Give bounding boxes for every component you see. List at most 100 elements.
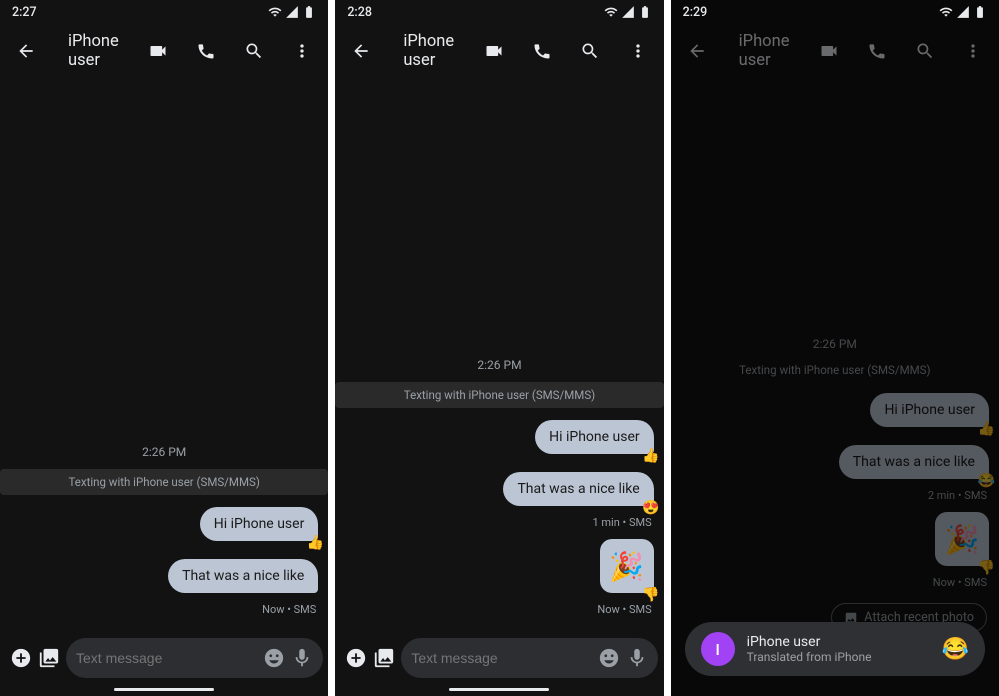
avatar: I [701, 632, 735, 666]
search-button[interactable] [570, 31, 610, 71]
call-button[interactable] [857, 31, 897, 71]
sms-banner: Texting with iPhone user (SMS/MMS) [0, 469, 328, 495]
screen-1: 2:27 iPhone user 2:26 PM Texting with iP… [0, 0, 328, 696]
message-row[interactable]: Hi iPhone user👍 [345, 420, 653, 454]
popup-subtitle: Translated from iPhone [747, 650, 930, 664]
message-input-container[interactable] [401, 638, 658, 678]
more-button[interactable] [953, 31, 993, 71]
message-bubble[interactable]: Hi iPhone user👍 [870, 393, 989, 427]
message-input[interactable] [411, 650, 592, 666]
message-row[interactable]: That was a nice like [10, 559, 318, 593]
wifi-icon [268, 5, 282, 19]
message-row[interactable]: Hi iPhone user👍 [681, 393, 989, 427]
popup-emoji: 😂 [942, 637, 969, 662]
video-call-button[interactable] [809, 31, 849, 71]
reaction-emoji[interactable]: 👍 [978, 421, 995, 437]
reaction-emoji[interactable]: 😍 [642, 500, 659, 516]
reaction-emoji[interactable]: 👎 [642, 587, 659, 603]
nav-handle[interactable] [335, 684, 663, 696]
battery-icon [302, 5, 316, 19]
contact-name[interactable]: iPhone user [389, 32, 465, 70]
signal-icon [621, 5, 635, 19]
image-bubble[interactable]: 🎉👎 [935, 512, 989, 566]
video-call-button[interactable] [474, 31, 514, 71]
thread-time: 2:26 PM [345, 358, 653, 372]
message-row[interactable]: 🎉👎 [345, 539, 653, 593]
wifi-icon [604, 5, 618, 19]
status-icons [268, 5, 316, 19]
reaction-emoji[interactable]: 👎 [978, 560, 995, 576]
app-bar: iPhone user [335, 24, 663, 78]
contact-name[interactable]: iPhone user [725, 32, 801, 70]
status-icons [939, 5, 987, 19]
message-meta: 2 min • SMS [683, 489, 987, 502]
call-button[interactable] [522, 31, 562, 71]
contact-name[interactable]: iPhone user [54, 32, 130, 70]
reaction-popup[interactable]: I iPhone user Translated from iPhone 😂 [685, 622, 985, 676]
message-bubble[interactable]: That was a nice like [168, 559, 318, 593]
battery-icon [638, 5, 652, 19]
message-row[interactable]: That was a nice like😍 [345, 472, 653, 506]
thread-time: 2:26 PM [681, 337, 989, 351]
more-button[interactable] [282, 31, 322, 71]
sms-banner: Texting with iPhone user (SMS/MMS) [681, 363, 989, 377]
back-button[interactable] [677, 31, 717, 71]
mic-button[interactable] [291, 647, 313, 669]
message-meta: Now • SMS [12, 603, 316, 616]
message-row[interactable]: 🎉👎 [681, 512, 989, 566]
gallery-button[interactable] [373, 640, 395, 676]
status-bar: 2:27 [0, 0, 328, 24]
message-input[interactable] [76, 650, 257, 666]
message-row[interactable]: Hi iPhone user👍 [10, 507, 318, 541]
message-meta: Now • SMS [347, 603, 651, 616]
call-button[interactable] [186, 31, 226, 71]
composer [335, 630, 663, 684]
chat-area[interactable]: 2:26 PM Texting with iPhone user (SMS/MM… [335, 78, 663, 630]
message-bubble[interactable]: Hi iPhone user👍 [535, 420, 654, 454]
add-button[interactable] [10, 640, 32, 676]
mic-button[interactable] [626, 647, 648, 669]
more-button[interactable] [618, 31, 658, 71]
reaction-emoji[interactable]: 👍 [307, 535, 324, 551]
composer [0, 630, 328, 684]
message-bubble[interactable]: That was a nice like😂 [839, 445, 989, 479]
signal-icon [956, 5, 970, 19]
back-button[interactable] [341, 31, 381, 71]
screen-2: 2:28 iPhone user 2:26 PM Texting with iP… [335, 0, 663, 696]
video-call-button[interactable] [138, 31, 178, 71]
search-button[interactable] [234, 31, 274, 71]
battery-icon [973, 5, 987, 19]
add-button[interactable] [345, 640, 367, 676]
popup-name: iPhone user [747, 634, 930, 650]
image-bubble[interactable]: 🎉👎 [600, 539, 654, 593]
signal-icon [285, 5, 299, 19]
message-row[interactable]: That was a nice like😂 [681, 445, 989, 479]
chat-area[interactable]: 2:26 PM Texting with iPhone user (SMS/MM… [671, 78, 999, 696]
chat-area[interactable]: 2:26 PM Texting with iPhone user (SMS/MM… [0, 78, 328, 630]
back-button[interactable] [6, 31, 46, 71]
status-time: 2:27 [12, 5, 37, 20]
message-input-container[interactable] [66, 638, 323, 678]
sms-banner: Texting with iPhone user (SMS/MMS) [335, 382, 663, 408]
wifi-icon [939, 5, 953, 19]
reaction-emoji[interactable]: 👍 [642, 448, 659, 464]
popup-text: iPhone user Translated from iPhone [747, 634, 930, 664]
emoji-button[interactable] [598, 647, 620, 669]
message-bubble[interactable]: Hi iPhone user👍 [200, 507, 319, 541]
message-meta: Now • SMS [683, 576, 987, 589]
emoji-button[interactable] [263, 647, 285, 669]
app-bar: iPhone user [671, 24, 999, 78]
status-bar: 2:29 [671, 0, 999, 24]
message-bubble[interactable]: That was a nice like😍 [503, 472, 653, 506]
status-icons [604, 5, 652, 19]
status-bar: 2:28 [335, 0, 663, 24]
status-time: 2:29 [683, 5, 708, 20]
app-bar: iPhone user [0, 24, 328, 78]
thread-time: 2:26 PM [10, 445, 318, 459]
status-time: 2:28 [347, 5, 372, 20]
search-button[interactable] [905, 31, 945, 71]
nav-handle[interactable] [0, 684, 328, 696]
reaction-emoji[interactable]: 😂 [978, 473, 995, 489]
gallery-button[interactable] [38, 640, 60, 676]
screen-3: 2:29 iPhone user 2:26 PM Texting with iP… [671, 0, 999, 696]
